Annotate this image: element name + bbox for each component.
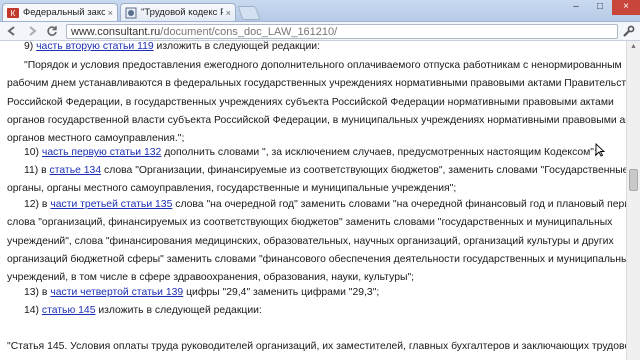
link-article-135[interactable]: части третьей статьи 135 — [50, 199, 172, 210]
quote-line: Российской Федерации, в государственных … — [7, 97, 614, 108]
reload-icon[interactable] — [44, 23, 60, 39]
tab-labor-code[interactable]: "Трудовой кодекс Российс × — [120, 3, 236, 21]
quote-line: "Порядок и условия предоставления ежегод… — [24, 60, 622, 71]
scrollbar-thumb[interactable] — [629, 169, 638, 191]
forward-icon[interactable] — [24, 23, 40, 39]
url-path: /document/cons_doc_LAW_161210/ — [160, 25, 338, 38]
maximize-button[interactable]: □ — [588, 0, 612, 15]
link-article-134[interactable]: статье 134 — [50, 165, 102, 176]
consultant-favicon-icon: К — [7, 7, 19, 19]
item-12-line: слова "организаций, финансируемых из соо… — [7, 217, 613, 228]
item-12-line: организаций бюджетной сферы" заменить сл… — [7, 254, 626, 265]
url-host: www.consultant.ru — [71, 25, 161, 38]
article-145-heading: "Статья 145. Условия оплаты труда руково… — [7, 341, 626, 352]
item-13: 13) в части четвертой статьи 139 цифры "… — [24, 287, 380, 298]
tab-bar: К Федеральный закон от 02 × "Трудовой ко… — [0, 0, 640, 22]
link-article-132[interactable]: часть первую статьи 132 — [42, 147, 161, 158]
tab-title: Федеральный закон от 02 — [23, 7, 105, 18]
tab-federal-law[interactable]: К Федеральный закон от 02 × — [2, 3, 118, 21]
close-window-button[interactable]: × — [612, 0, 640, 15]
link-article-139[interactable]: части четвертой статьи 139 — [50, 287, 183, 298]
item-10: 10) часть первую статьи 132 дополнить сл… — [24, 147, 597, 158]
wrench-menu-icon[interactable] — [620, 23, 636, 39]
scroll-up-icon[interactable]: ▲ — [627, 41, 640, 53]
link-article-119[interactable]: часть вторую статьи 119 — [36, 41, 154, 52]
vertical-scrollbar[interactable]: ▲ — [626, 41, 640, 360]
window-controls: – □ × — [564, 0, 640, 15]
item-9: 9) часть вторую статьи 119 изложить в сл… — [24, 41, 320, 52]
svg-text:К: К — [11, 9, 16, 18]
new-tab-button[interactable] — [237, 6, 261, 20]
document-favicon-icon — [125, 7, 137, 19]
back-icon[interactable] — [4, 23, 20, 39]
close-tab-icon[interactable]: × — [226, 8, 231, 18]
quote-line: рабочим днем устанавливаются в федеральн… — [7, 78, 626, 89]
link-article-145[interactable]: статью 145 — [42, 305, 96, 316]
document-content: 9) часть вторую статьи 119 изложить в сл… — [0, 41, 626, 360]
minimize-button[interactable]: – — [564, 0, 588, 15]
item-12-line: учреждений", слова "финансирования медиц… — [7, 236, 614, 247]
mouse-cursor-icon — [595, 142, 606, 162]
address-bar[interactable]: www.consultant.ru/document/cons_doc_LAW_… — [66, 24, 618, 39]
item-14: 14) статью 145 изложить в следующей реда… — [24, 305, 262, 316]
close-tab-icon[interactable]: × — [108, 8, 113, 18]
quote-line: органов государственной власти субъекта … — [7, 115, 626, 126]
tab-title: "Трудовой кодекс Российс — [141, 7, 223, 18]
item-11: 11) в статье 134 слова "Организации, фин… — [24, 165, 626, 176]
item-12: 12) в части третьей статьи 135 слова "на… — [24, 199, 626, 210]
